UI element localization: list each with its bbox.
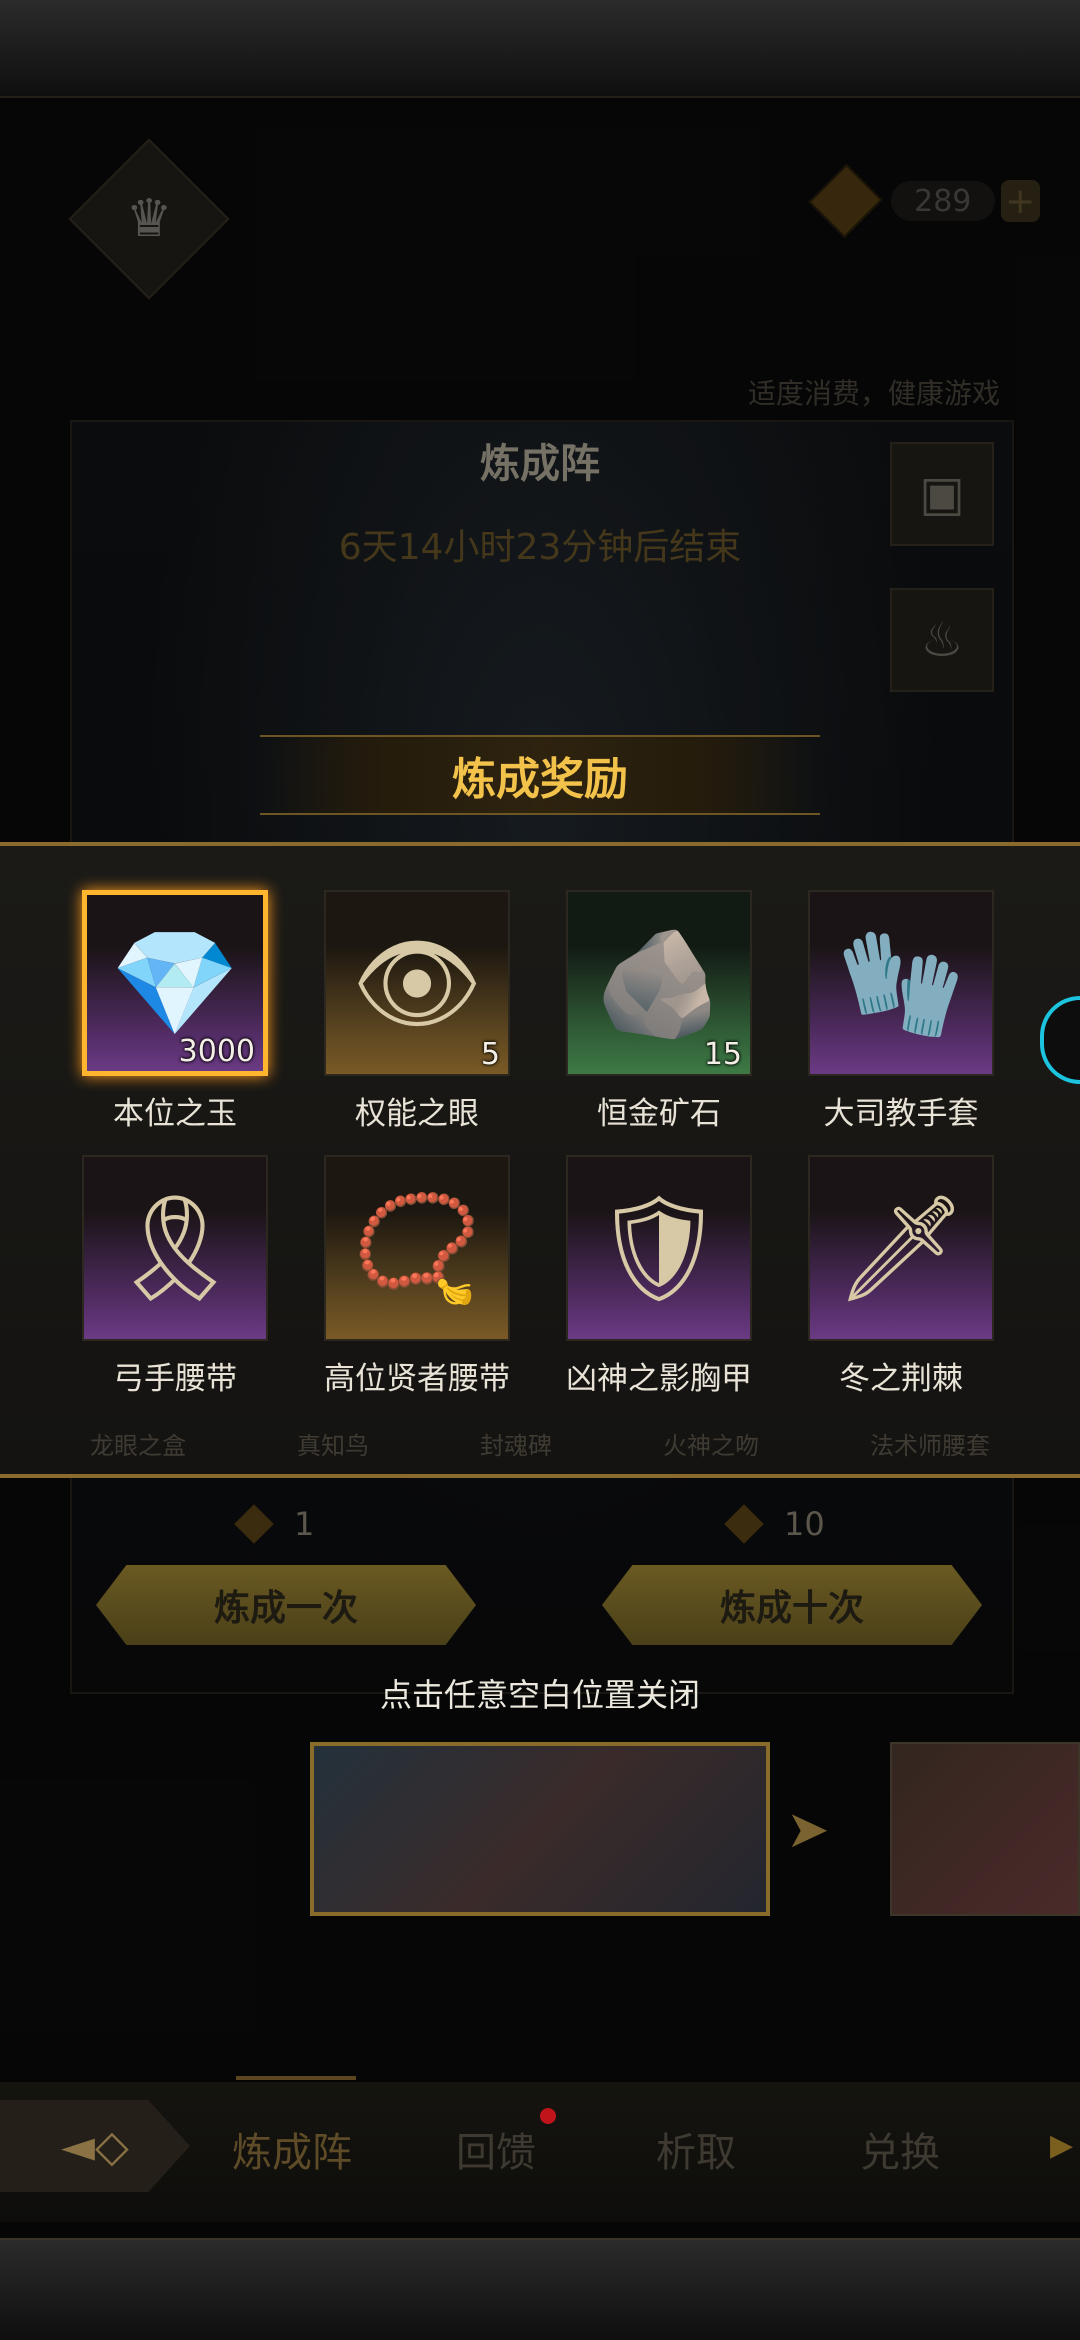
reward-grid: 💎 3000 本位之玉 👁 5 权能之眼 🪨 15 恒金矿石 🧤 大司教手套 🎗… (82, 890, 1002, 1398)
reward-slot[interactable]: 🗡 (808, 1155, 994, 1341)
once-cost-value: 1 (294, 1505, 315, 1543)
reward-slot[interactable]: 🛡 (566, 1155, 752, 1341)
forge-ten-button[interactable]: 炼成十次 (602, 1565, 982, 1645)
reward-item[interactable]: 🧤 大司教手套 (808, 890, 994, 1133)
once-cost: 1 (234, 1504, 315, 1544)
faded-tab: 封魂碑 (480, 1432, 552, 1460)
glove-icon: 🧤 (836, 922, 966, 1044)
item-name: 弓手腰带 (113, 1361, 237, 1397)
faded-tab-row: 龙眼之盒 真知鸟 封魂碑 火神之吻 法术师腰套 (90, 1426, 990, 1461)
more-tabs-icon[interactable]: ▶ (1050, 2128, 1073, 2163)
reward-item[interactable]: 🗡 冬之荆棘 (808, 1155, 994, 1398)
ten-cost: 10 (724, 1504, 825, 1544)
item-name: 冬之荆棘 (839, 1361, 963, 1397)
item-name: 恒金矿石 (597, 1096, 721, 1132)
back-icon: ◄◇ (61, 2120, 129, 2172)
active-tab-indicator (236, 2076, 356, 2080)
notification-dot (540, 2108, 556, 2124)
forge-once-button[interactable]: 炼成一次 (96, 1565, 476, 1645)
reward-item[interactable]: 📿 高位贤者腰带 (324, 1155, 510, 1398)
next-event-banner[interactable] (890, 1742, 1080, 1916)
bottom-frame (0, 2238, 1080, 2340)
faded-tab: 火神之吻 (663, 1432, 759, 1460)
reward-item[interactable]: 👁 5 权能之眼 (324, 890, 510, 1133)
cost-gem-icon (724, 1504, 764, 1544)
reward-item[interactable]: 🪨 15 恒金矿石 (566, 890, 752, 1133)
reward-slot[interactable]: 🧤 (808, 890, 994, 1076)
tab-extract[interactable]: 析取 (656, 2120, 736, 2178)
item-quantity: 3000 (178, 1034, 255, 1069)
tab-feedback[interactable]: 回馈 (456, 2120, 536, 2178)
reward-slot[interactable]: 💎 3000 (82, 890, 268, 1076)
top-frame (0, 0, 1080, 98)
item-quantity: 5 (480, 1037, 500, 1072)
faded-tab: 真知鸟 (297, 1432, 369, 1460)
event-banner[interactable] (310, 1742, 770, 1916)
item-quantity: 15 (703, 1037, 742, 1072)
reward-slot[interactable]: 🪨 15 (566, 890, 752, 1076)
reward-title: 炼成奖励 (260, 735, 820, 815)
armor-icon: 🛡 (592, 1187, 726, 1309)
ten-cost-value: 10 (784, 1505, 825, 1543)
sage-belt-icon: 📿 (352, 1187, 482, 1309)
belt-icon: 🎗 (108, 1187, 242, 1309)
faded-tab: 法术师腰套 (870, 1432, 990, 1460)
reward-item[interactable]: 🛡 凶神之影胸甲 (566, 1155, 752, 1398)
reward-item[interactable]: 🎗 弓手腰带 (82, 1155, 268, 1398)
tab-forge[interactable]: 炼成阵 (232, 2120, 352, 2178)
sword-icon: 🗡 (834, 1187, 968, 1309)
tab-exchange[interactable]: 兑换 (860, 2120, 940, 2178)
reward-item[interactable]: 💎 3000 本位之玉 (82, 890, 268, 1133)
eye-icon: 👁 (350, 922, 484, 1044)
item-name: 高位贤者腰带 (324, 1361, 510, 1397)
reward-slot[interactable]: 📿 (324, 1155, 510, 1341)
item-name: 权能之眼 (355, 1096, 479, 1132)
faded-tab: 龙眼之盒 (90, 1432, 186, 1460)
gem-icon: 💎 (110, 922, 240, 1044)
ore-icon: 🪨 (594, 922, 724, 1044)
item-name: 大司教手套 (823, 1096, 979, 1132)
close-hint: 点击任意空白位置关闭 (379, 1676, 700, 1714)
reward-slot[interactable]: 🎗 (82, 1155, 268, 1341)
reward-panel: 💎 3000 本位之玉 👁 5 权能之眼 🪨 15 恒金矿石 🧤 大司教手套 🎗… (0, 842, 1080, 1478)
floating-assist-button[interactable] (1040, 996, 1080, 1084)
item-name: 本位之玉 (113, 1096, 237, 1132)
cost-gem-icon (234, 1504, 274, 1544)
reward-slot[interactable]: 👁 5 (324, 890, 510, 1076)
item-name: 凶神之影胸甲 (566, 1361, 752, 1397)
next-arrow-icon[interactable]: ➤ (786, 1800, 830, 1860)
